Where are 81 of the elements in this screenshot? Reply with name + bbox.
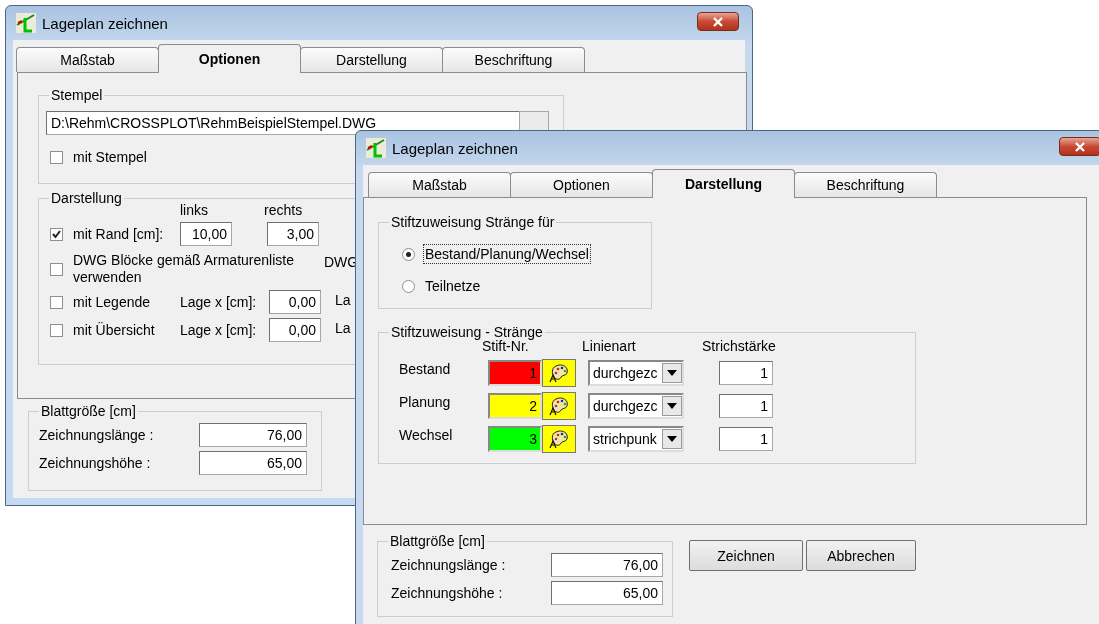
palette-icon [548, 428, 570, 449]
input-field[interactable]: 1 [719, 360, 773, 385]
input-field[interactable]: 3,00 [267, 222, 319, 246]
row-label: Planung [399, 393, 452, 410]
input-field[interactable]: 65,00 [551, 581, 663, 605]
dialog-button[interactable]: Zeichnen [689, 540, 803, 571]
close-button[interactable] [1059, 137, 1099, 156]
checkbox[interactable] [50, 262, 63, 276]
field-label: Lage x [cm]: [180, 294, 258, 310]
column-header: Stift-Nr. [482, 338, 530, 356]
input-field[interactable]: 10,00 [180, 222, 232, 246]
checkbox[interactable] [50, 323, 63, 337]
palette-button[interactable] [542, 391, 576, 420]
checkbox-label: mit Legende [73, 294, 151, 310]
column-label: links [180, 202, 208, 218]
field-label: Lage x [cm]: [180, 322, 258, 338]
checkbox[interactable] [50, 150, 63, 164]
app-icon [366, 138, 386, 158]
group-label: Darstellung [50, 190, 123, 206]
field-label: La [335, 320, 351, 336]
window-title: Lageplan zeichnen [42, 14, 168, 32]
checkbox[interactable] [50, 295, 63, 309]
group-label: Stiftzuweisung - Stränge [390, 324, 544, 340]
input-field[interactable]: 76,00 [551, 553, 663, 577]
field-label: Zeichnungshöhe : [39, 455, 152, 471]
linetype-dropdown[interactable]: durchgezc [588, 359, 684, 386]
input-field[interactable]: 0,00 [269, 318, 321, 342]
radio-label: Bestand/Planung/Wechsel [423, 244, 591, 264]
tab[interactable]: Darstellung [652, 169, 795, 198]
column-header: Strichstärke [702, 338, 776, 356]
group-label: Stempel [50, 87, 104, 103]
tab[interactable]: Maßstab [16, 47, 159, 72]
linetype-dropdown[interactable]: durchgezc [588, 392, 684, 419]
input-field[interactable]: 65,00 [199, 451, 307, 475]
column-header: Linienart [582, 338, 637, 356]
radio-label: Teilnetze [424, 277, 482, 296]
palette-button[interactable] [542, 358, 576, 387]
checkbox[interactable] [50, 227, 63, 241]
input-field[interactable]: 1 [719, 393, 773, 418]
checkbox-label: mit Rand [cm]: [73, 226, 164, 242]
field-label: Zeichnungslänge : [39, 427, 155, 443]
dialog-button[interactable]: Abbrechen [806, 540, 916, 571]
field-label: Zeichnungslänge : [391, 557, 507, 573]
app-icon [16, 13, 36, 33]
caret-icon [667, 435, 677, 442]
palette-button[interactable] [542, 424, 576, 453]
group-label: Blattgröße [cm] [389, 533, 486, 549]
tab[interactable]: Beschriftung [794, 172, 937, 197]
group-label: Stiftzuweisung Stränge für [390, 214, 556, 230]
column-label: rechts [264, 202, 303, 218]
tab[interactable]: Maßstab [368, 172, 511, 197]
input-field[interactable]: 0,00 [269, 290, 321, 314]
caret-icon [667, 369, 677, 376]
row-label: Wechsel [399, 426, 454, 443]
palette-icon [548, 362, 570, 383]
row-label: Bestand [399, 360, 452, 377]
group-label: Blattgröße [cm] [40, 403, 137, 419]
caret-icon [667, 402, 677, 409]
window-title: Lageplan zeichnen [392, 139, 518, 157]
field-label: La [335, 292, 351, 308]
checkbox-label: DWG Blöcke gemäß Armaturenliste verwenden [73, 252, 295, 286]
pen-color-field[interactable]: 1 [488, 359, 542, 386]
checkbox-label: mit Übersicht [73, 322, 155, 338]
radio-button[interactable] [402, 247, 415, 261]
tab[interactable]: Darstellung [300, 47, 443, 72]
tab[interactable]: Beschriftung [442, 47, 585, 72]
checkbox-label: mit Stempel [73, 149, 147, 165]
tab[interactable]: Optionen [158, 44, 301, 73]
linetype-dropdown[interactable]: strichpunk [588, 425, 684, 452]
input-field[interactable]: 76,00 [199, 423, 307, 447]
close-icon [1074, 141, 1086, 152]
input-field[interactable]: 1 [719, 426, 773, 451]
pen-color-field[interactable]: 3 [488, 425, 542, 452]
field-label: Zeichnungshöhe : [391, 585, 504, 601]
pen-color-field[interactable]: 2 [488, 392, 542, 419]
tab[interactable]: Optionen [510, 172, 653, 197]
path-field[interactable]: D:\Rehm\CROSSPLOT\RehmBeispielStempel.DWG [46, 111, 521, 135]
palette-icon [548, 395, 570, 416]
close-icon [712, 16, 724, 27]
close-button[interactable] [697, 12, 739, 31]
radio-button[interactable] [402, 279, 415, 293]
